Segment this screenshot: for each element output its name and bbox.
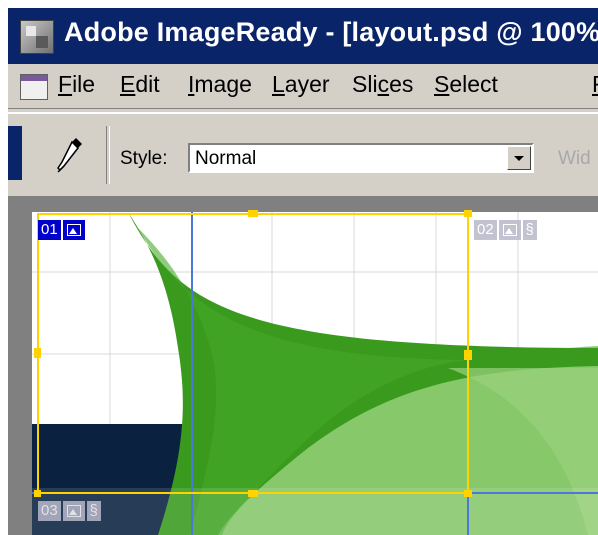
menu-edit[interactable]: Edit	[120, 71, 160, 98]
style-dropdown[interactable]: Normal	[188, 143, 534, 173]
image-slice-icon	[62, 501, 85, 521]
slice-badge-01[interactable]: 01	[38, 220, 85, 240]
title-bar[interactable]: Adobe ImageReady - [layout.psd @ 100%]	[8, 8, 598, 64]
slice-number: 02	[474, 220, 497, 240]
auto-slice-icon: §	[86, 501, 101, 521]
menu-file[interactable]: File	[58, 71, 95, 98]
options-bar-grip[interactable]	[8, 126, 22, 180]
chevron-down-icon[interactable]	[507, 146, 531, 170]
image-slice-icon	[498, 220, 521, 240]
imageready-app-icon[interactable]	[20, 20, 54, 54]
image-slice-icon	[62, 220, 85, 240]
menu-filter[interactable]: F	[592, 71, 598, 98]
slice-number: 01	[38, 220, 61, 240]
slice-badge-02[interactable]: 02 §	[474, 220, 537, 240]
slice-badge-03[interactable]: 03 §	[38, 501, 101, 521]
auto-slice-icon: §	[522, 220, 537, 240]
imageready-window: Adobe ImageReady - [layout.psd @ 100%] F…	[6, 6, 598, 535]
menu-select[interactable]: Select	[434, 71, 498, 98]
style-dropdown-value: Normal	[195, 148, 257, 169]
window-title: Adobe ImageReady - [layout.psd @ 100%]	[64, 17, 598, 47]
menu-bar: File Edit Image Layer Slices Select F	[8, 64, 598, 109]
width-label: Wid	[558, 148, 591, 169]
slice-number: 03	[38, 501, 61, 521]
menu-image[interactable]: Image	[188, 71, 252, 98]
document-icon[interactable]	[20, 74, 48, 100]
menu-layer[interactable]: Layer	[272, 71, 330, 98]
options-separator	[106, 126, 110, 184]
style-label: Style:	[120, 148, 168, 169]
document-canvas[interactable]: 01 02 § 03 §	[8, 198, 598, 535]
slice-select-tool-icon[interactable]	[56, 136, 84, 176]
canvas-artwork	[8, 198, 598, 535]
options-bar: Style: Normal Wid	[8, 112, 598, 198]
menu-slices[interactable]: Slices	[352, 71, 413, 98]
